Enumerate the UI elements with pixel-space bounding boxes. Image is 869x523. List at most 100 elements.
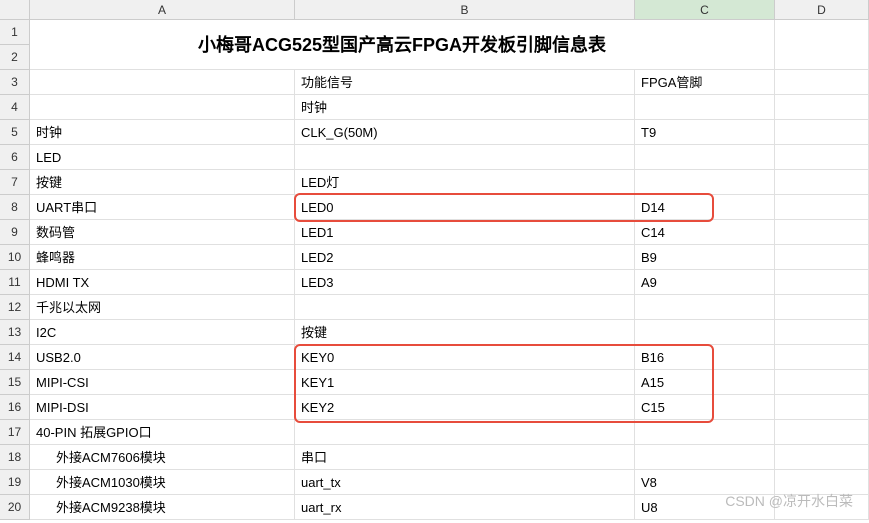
row-header-8[interactable]: 8 [0, 195, 30, 220]
cell-C-11[interactable]: A9 [635, 270, 775, 295]
cell-D-14[interactable] [775, 345, 869, 370]
column-header-C[interactable]: C [635, 0, 775, 20]
cell-B-14[interactable]: KEY0 [295, 345, 635, 370]
cell-A-13[interactable]: I2C [30, 320, 295, 345]
cell-D-15[interactable] [775, 370, 869, 395]
row-header-15[interactable]: 15 [0, 370, 30, 395]
cell-C-10[interactable]: B9 [635, 245, 775, 270]
cell-B-8[interactable]: LED0 [295, 195, 635, 220]
cell-D-19[interactable] [775, 470, 869, 495]
row-header-6[interactable]: 6 [0, 145, 30, 170]
cell-D-18[interactable] [775, 445, 869, 470]
cell-A-10[interactable]: 蜂鸣器 [30, 245, 295, 270]
column-header-B[interactable]: B [295, 0, 635, 20]
row-header-17[interactable]: 17 [0, 420, 30, 445]
row-header-19[interactable]: 19 [0, 470, 30, 495]
cell-C-15[interactable]: A15 [635, 370, 775, 395]
row-header-4[interactable]: 4 [0, 95, 30, 120]
cell-A-20[interactable]: 外接ACM9238模块 [30, 495, 295, 520]
cell-B-16[interactable]: KEY2 [295, 395, 635, 420]
cell-B-10[interactable]: LED2 [295, 245, 635, 270]
column-header-D[interactable]: D [775, 0, 869, 20]
table-row: 12千兆以太网 [0, 295, 869, 320]
cell-D-17[interactable] [775, 420, 869, 445]
cell-B-12[interactable] [295, 295, 635, 320]
row-header-9[interactable]: 9 [0, 220, 30, 245]
cell-B-17[interactable] [295, 420, 635, 445]
cell-A-18[interactable]: 外接ACM7606模块 [30, 445, 295, 470]
row-header-18[interactable]: 18 [0, 445, 30, 470]
title-cell[interactable]: 小梅哥ACG525型国产高云FPGA开发板引脚信息表 [30, 20, 775, 70]
cell-A-11[interactable]: HDMI TX [30, 270, 295, 295]
cell-B-13[interactable]: 按键 [295, 320, 635, 345]
cell-C-3[interactable]: FPGA管脚 [635, 70, 775, 95]
row-header-1[interactable]: 1 [0, 20, 30, 45]
cell-B-15[interactable]: KEY1 [295, 370, 635, 395]
cell-B-9[interactable]: LED1 [295, 220, 635, 245]
cell-B-4[interactable]: 时钟 [295, 95, 635, 120]
cell-D-8[interactable] [775, 195, 869, 220]
cell-B-20[interactable]: uart_rx [295, 495, 635, 520]
row-header-10[interactable]: 10 [0, 245, 30, 270]
cell-D-5[interactable] [775, 120, 869, 145]
cell-C-13[interactable] [635, 320, 775, 345]
cell-B-3[interactable]: 功能信号 [295, 70, 635, 95]
cell-C-18[interactable] [635, 445, 775, 470]
cell-C-7[interactable] [635, 170, 775, 195]
cell-C-8[interactable]: D14 [635, 195, 775, 220]
cell-C-20[interactable]: U8 [635, 495, 775, 520]
row-header-2[interactable]: 2 [0, 45, 30, 70]
cell-D-11[interactable] [775, 270, 869, 295]
cell-D-7[interactable] [775, 170, 869, 195]
row-header-5[interactable]: 5 [0, 120, 30, 145]
cell-D-20[interactable] [775, 495, 869, 520]
cell-D-12[interactable] [775, 295, 869, 320]
cell-A-4[interactable] [30, 95, 295, 120]
cell-A-19[interactable]: 外接ACM1030模块 [30, 470, 295, 495]
cell-C-16[interactable]: C15 [635, 395, 775, 420]
cell-C-14[interactable]: B16 [635, 345, 775, 370]
cell-D-9[interactable] [775, 220, 869, 245]
cell-C-17[interactable] [635, 420, 775, 445]
cell-A-9[interactable]: 数码管 [30, 220, 295, 245]
cell-B-7[interactable]: LED灯 [295, 170, 635, 195]
select-all-corner[interactable] [0, 0, 30, 20]
cell-B-11[interactable]: LED3 [295, 270, 635, 295]
row-header-13[interactable]: 13 [0, 320, 30, 345]
cell-A-5[interactable]: 时钟 [30, 120, 295, 145]
cell-A-3[interactable] [30, 70, 295, 95]
cell-A-15[interactable]: MIPI-CSI [30, 370, 295, 395]
cell-B-6[interactable] [295, 145, 635, 170]
cell-C-6[interactable] [635, 145, 775, 170]
cell-B-5[interactable]: CLK_G(50M) [295, 120, 635, 145]
cell-D-10[interactable] [775, 245, 869, 270]
cell-A-16[interactable]: MIPI-DSI [30, 395, 295, 420]
cell-D-13[interactable] [775, 320, 869, 345]
cell-A-14[interactable]: USB2.0 [30, 345, 295, 370]
cell-B-18[interactable]: 串口 [295, 445, 635, 470]
cell-A-6[interactable]: LED [30, 145, 295, 170]
row-header-16[interactable]: 16 [0, 395, 30, 420]
column-header-A[interactable]: A [30, 0, 295, 20]
cell-A-17[interactable]: 40-PIN 拓展GPIO口 [30, 420, 295, 445]
row-header-11[interactable]: 11 [0, 270, 30, 295]
row-header-20[interactable]: 20 [0, 495, 30, 520]
cell-C-12[interactable] [635, 295, 775, 320]
cell-D-3[interactable] [775, 70, 869, 95]
cell-B-19[interactable]: uart_tx [295, 470, 635, 495]
row-header-12[interactable]: 12 [0, 295, 30, 320]
cell-D-title[interactable] [775, 20, 869, 70]
cell-C-9[interactable]: C14 [635, 220, 775, 245]
cell-D-6[interactable] [775, 145, 869, 170]
row-header-14[interactable]: 14 [0, 345, 30, 370]
cell-D-4[interactable] [775, 95, 869, 120]
cell-C-5[interactable]: T9 [635, 120, 775, 145]
cell-A-12[interactable]: 千兆以太网 [30, 295, 295, 320]
cell-C-4[interactable] [635, 95, 775, 120]
cell-A-8[interactable]: UART串口 [30, 195, 295, 220]
row-header-7[interactable]: 7 [0, 170, 30, 195]
cell-A-7[interactable]: 按键 [30, 170, 295, 195]
row-header-3[interactable]: 3 [0, 70, 30, 95]
cell-C-19[interactable]: V8 [635, 470, 775, 495]
cell-D-16[interactable] [775, 395, 869, 420]
